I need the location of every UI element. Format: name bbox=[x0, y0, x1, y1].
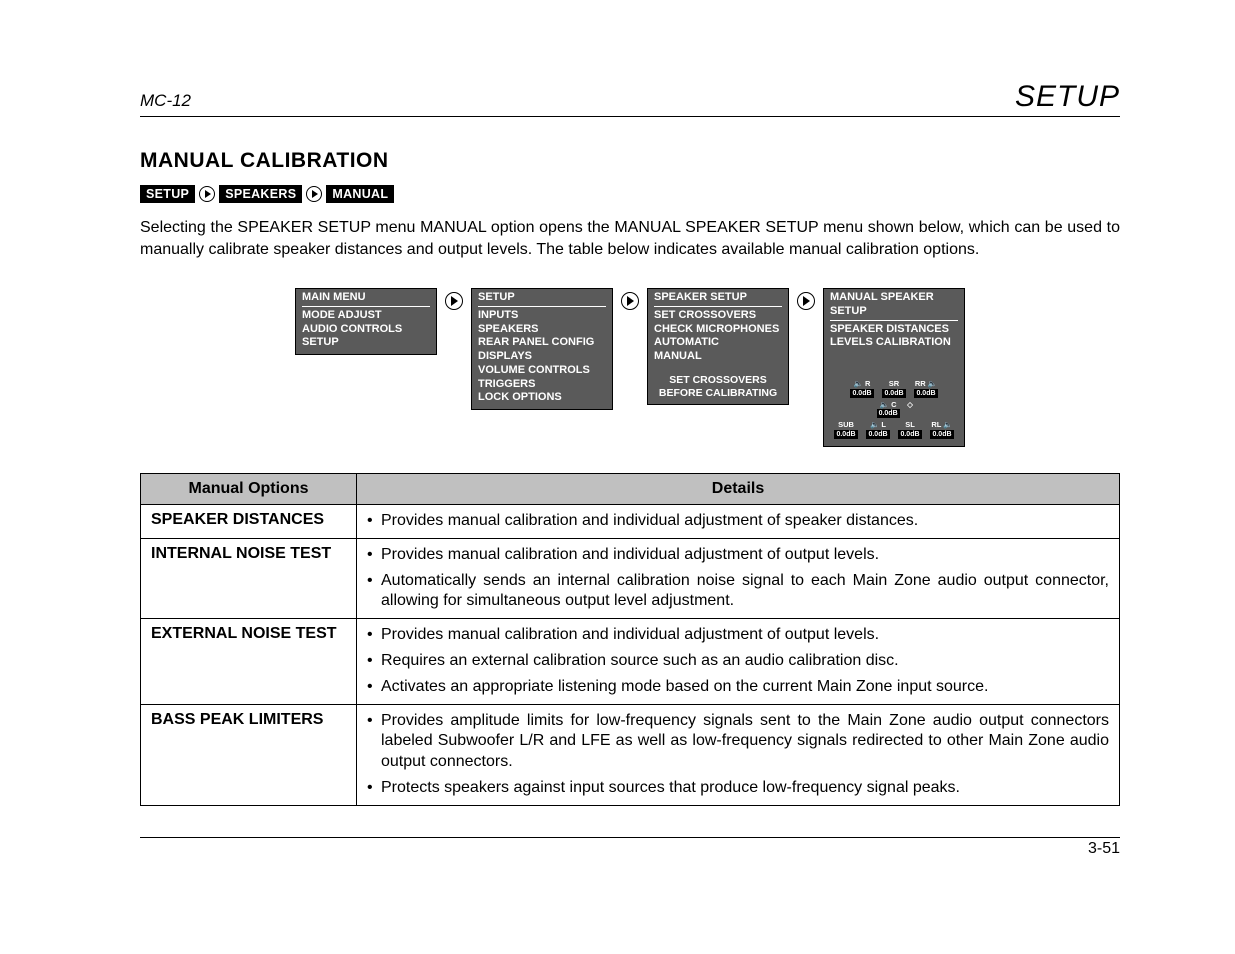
menu-item: SET CROSSOVERS bbox=[654, 309, 782, 323]
option-name: EXTERNAL NOISE TEST bbox=[141, 619, 357, 704]
speaker-icon: SUB bbox=[838, 421, 854, 429]
menu-item: CHECK MICROPHONES bbox=[654, 323, 782, 337]
menu-item: VOLUME CONTROLS bbox=[478, 364, 606, 378]
menu-flow: MAIN MENU MODE ADJUST AUDIO CONTROLS SET… bbox=[140, 288, 1120, 447]
menu-title: MANUAL SPEAKER SETUP bbox=[830, 291, 958, 321]
arrow-icon bbox=[797, 292, 815, 310]
arrow-icon bbox=[621, 292, 639, 310]
page-title: MANUAL CALIBRATION bbox=[140, 149, 1120, 173]
arrow-icon bbox=[306, 186, 322, 202]
option-details: Provides manual calibration and individu… bbox=[357, 619, 1120, 704]
detail-item: Provides amplitude limits for low-freque… bbox=[367, 711, 1109, 773]
speaker-icon: 🔈 C bbox=[880, 401, 897, 409]
page-number: 3-51 bbox=[1088, 840, 1120, 857]
menu-item: AUDIO CONTROLS bbox=[302, 323, 430, 337]
page-footer: 3-51 bbox=[140, 837, 1120, 858]
detail-item: Requires an external calibration source … bbox=[367, 651, 1109, 672]
speaker-icon: 🔈 R bbox=[854, 380, 871, 388]
speaker-icon: SL bbox=[905, 421, 915, 429]
speaker-icon: RL 🔈 bbox=[931, 421, 952, 429]
table-row: EXTERNAL NOISE TEST Provides manual calib… bbox=[141, 619, 1120, 704]
menu-item: SPEAKERS bbox=[478, 323, 606, 337]
menu-setup: SETUP INPUTS SPEAKERS REAR PANEL CONFIG … bbox=[471, 288, 613, 410]
menu-item: MANUAL bbox=[654, 350, 782, 364]
table-header: Details bbox=[357, 473, 1120, 504]
intro-paragraph: Selecting the SPEAKER SETUP menu MANUAL … bbox=[140, 217, 1120, 260]
speaker-icon: SR bbox=[889, 380, 899, 388]
menu-note: BEFORE CALIBRATING bbox=[654, 387, 782, 400]
listener-icon: ◇ bbox=[907, 401, 913, 409]
table-header: Manual Options bbox=[141, 473, 357, 504]
menu-manual-speaker-setup: MANUAL SPEAKER SETUP SPEAKER DISTANCES L… bbox=[823, 288, 965, 447]
table-row: SPEAKER DISTANCES Provides manual calibra… bbox=[141, 504, 1120, 538]
breadcrumb-item: MANUAL bbox=[326, 185, 394, 203]
menu-item: AUTOMATIC bbox=[654, 336, 782, 350]
menu-item: SETUP bbox=[302, 336, 430, 350]
detail-item: Provides manual calibration and individu… bbox=[367, 625, 1109, 646]
menu-title: SPEAKER SETUP bbox=[654, 291, 782, 307]
menu-item: LEVELS CALIBRATION bbox=[830, 336, 958, 350]
menu-item: MODE ADJUST bbox=[302, 309, 430, 323]
option-name: BASS PEAK LIMITERS bbox=[141, 704, 357, 805]
section-label: SETUP bbox=[1015, 80, 1120, 114]
detail-item: Automatically sends an internal calibrat… bbox=[367, 571, 1109, 613]
menu-item: LOCK OPTIONS bbox=[478, 391, 606, 405]
option-details: Provides amplitude limits for low-freque… bbox=[357, 704, 1120, 805]
breadcrumb: SETUP SPEAKERS MANUAL bbox=[140, 185, 1120, 203]
menu-title: SETUP bbox=[478, 291, 606, 307]
table-row: BASS PEAK LIMITERSProvides amplitude lim… bbox=[141, 704, 1120, 805]
table-row: INTERNAL NOISE TEST Provides manual calib… bbox=[141, 538, 1120, 618]
option-name: INTERNAL NOISE TEST bbox=[141, 538, 357, 618]
page-header: MC-12 SETUP bbox=[140, 80, 1120, 117]
speaker-icon: 🔈 L bbox=[870, 421, 886, 429]
menu-note: SET CROSSOVERS bbox=[654, 374, 782, 387]
arrow-icon bbox=[445, 292, 463, 310]
menu-speaker-setup: SPEAKER SETUP SET CROSSOVERS CHECK MICRO… bbox=[647, 288, 789, 405]
menu-item: SPEAKER DISTANCES bbox=[830, 323, 958, 337]
breadcrumb-item: SPEAKERS bbox=[219, 185, 302, 203]
detail-item: Protects speakers against input sources … bbox=[367, 778, 1109, 799]
option-name: SPEAKER DISTANCES bbox=[141, 504, 357, 538]
detail-item: Provides manual calibration and individu… bbox=[367, 545, 1109, 566]
option-details: Provides manual calibration and individu… bbox=[357, 538, 1120, 618]
model-label: MC-12 bbox=[140, 91, 191, 111]
option-details: Provides manual calibration and individu… bbox=[357, 504, 1120, 538]
detail-item: Provides manual calibration and individu… bbox=[367, 511, 1109, 532]
menu-title: MAIN MENU bbox=[302, 291, 430, 307]
menu-item: TRIGGERS bbox=[478, 378, 606, 392]
menu-item: REAR PANEL CONFIG bbox=[478, 336, 606, 350]
speaker-layout: 🔈 R0.0dB SR0.0dB RR 🔈0.0dB 🔈 C0.0dB ◇ SU… bbox=[830, 380, 958, 439]
breadcrumb-item: SETUP bbox=[140, 185, 195, 203]
menu-main: MAIN MENU MODE ADJUST AUDIO CONTROLS SET… bbox=[295, 288, 437, 355]
arrow-icon bbox=[199, 186, 215, 202]
menu-item: DISPLAYS bbox=[478, 350, 606, 364]
menu-item: INPUTS bbox=[478, 309, 606, 323]
speaker-icon: RR 🔈 bbox=[915, 380, 937, 388]
options-table: Manual Options Details SPEAKER DISTANCES… bbox=[140, 473, 1120, 806]
detail-item: Activates an appropriate listening mode … bbox=[367, 677, 1109, 698]
